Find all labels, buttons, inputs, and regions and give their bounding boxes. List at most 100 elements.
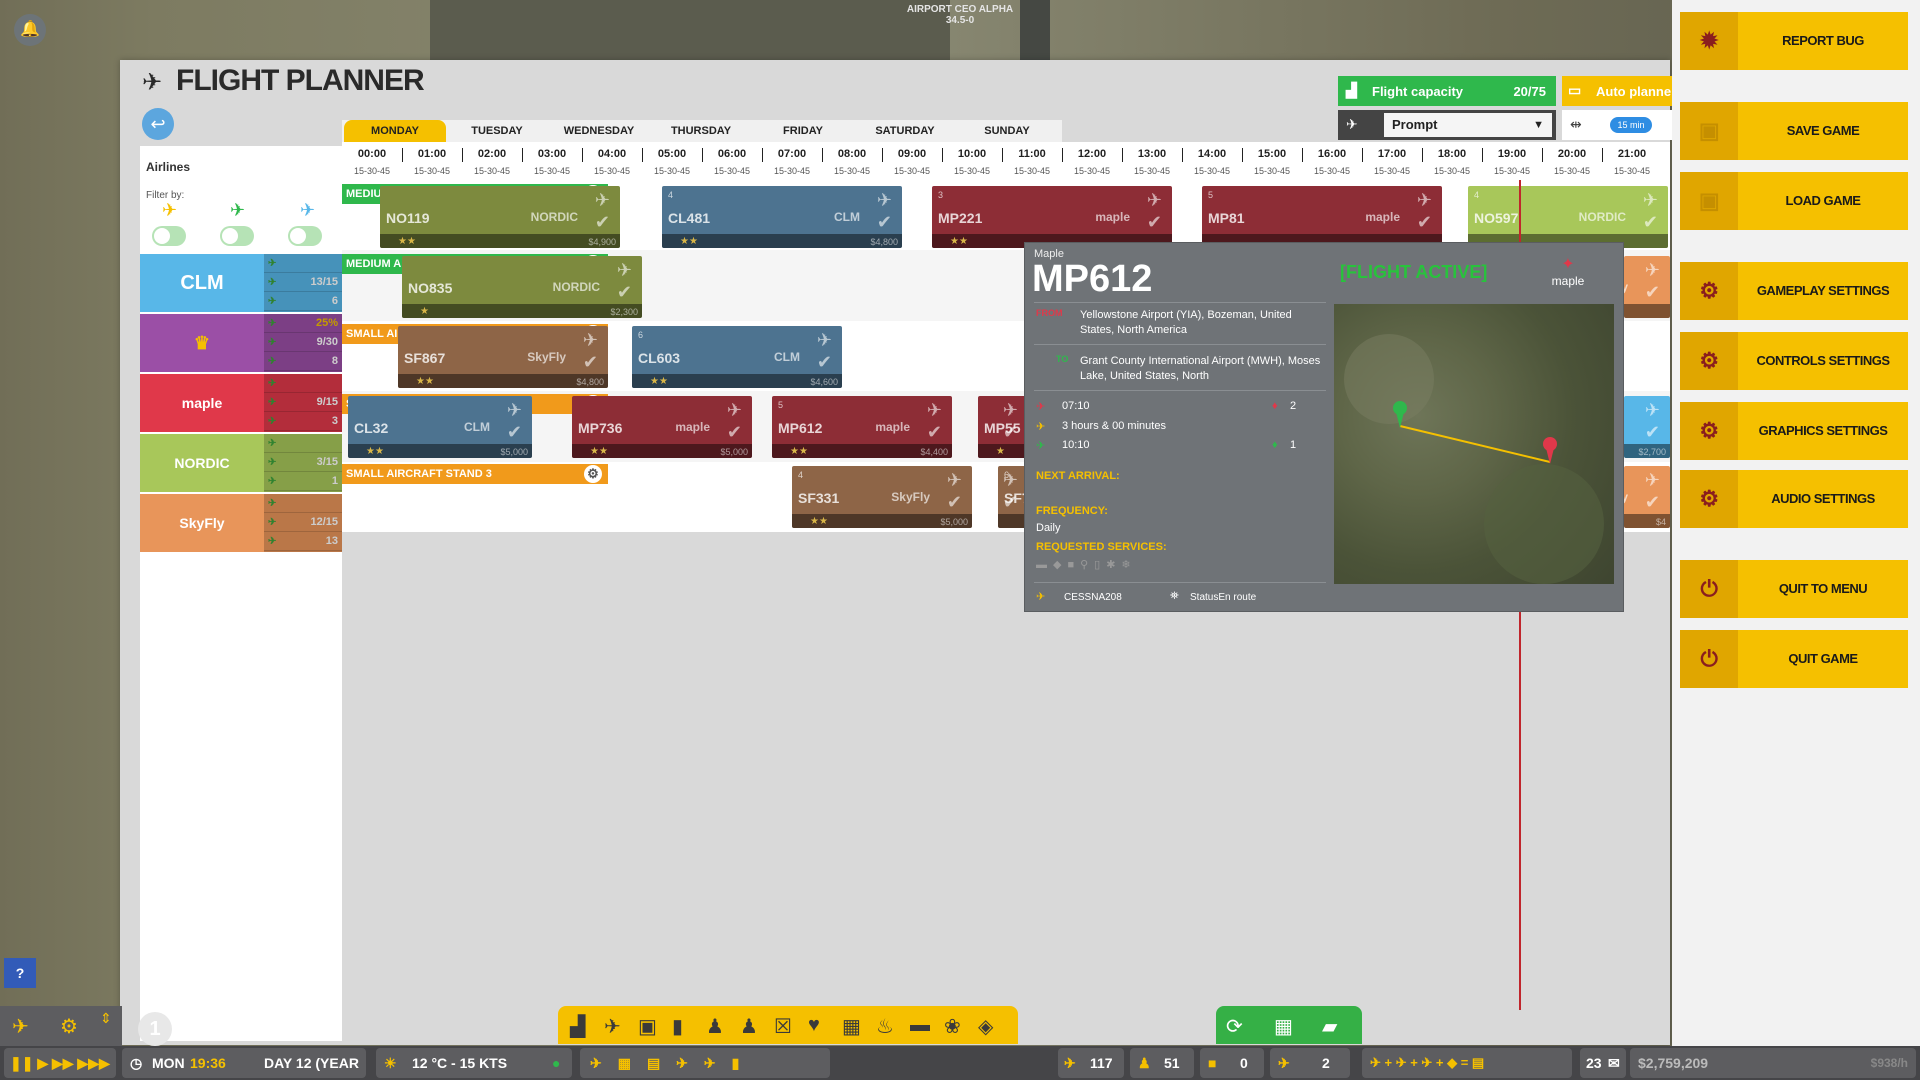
filter-medium-toggle[interactable]: [220, 226, 254, 246]
flight-block[interactable]: 4 SF331 SkyFly ✈ ✔ ★★ $5,000: [792, 466, 972, 528]
airline-stat: ✈ 3/15: [264, 453, 342, 472]
save-game-button[interactable]: ▣ SAVE GAME: [1680, 102, 1908, 160]
graphics-settings-button[interactable]: ⚙ GRAPHICS SETTINGS: [1680, 402, 1908, 460]
shop-icon[interactable]: ▦: [842, 1014, 861, 1039]
report-bug-button[interactable]: ✹ REPORT BUG: [1680, 12, 1908, 70]
tab-thursday[interactable]: THURSDAY: [650, 120, 752, 142]
flight-airline: SkyFly: [1624, 280, 1628, 294]
check-icon: ✔: [1642, 212, 1658, 232]
restroom-icon[interactable]: ♥: [808, 1014, 820, 1037]
time-sub-label: 15-30-45: [1073, 166, 1111, 176]
back-button[interactable]: ↩: [142, 108, 174, 140]
flight-block[interactable]: SF867 SkyFly ✈ ✔ ★★ $4,800: [398, 326, 608, 388]
flight-block[interactable]: MP55 ✈ ✔ ★: [978, 396, 1028, 458]
mail-icon: ✉: [1608, 1055, 1620, 1071]
audio-settings-button[interactable]: ⚙ AUDIO SETTINGS: [1680, 470, 1908, 528]
refresh-icon[interactable]: ⟳: [1226, 1014, 1243, 1039]
decoration-icon[interactable]: ❀: [944, 1014, 961, 1039]
flight-block[interactable]: 5 MP81 maple ✈ ✔: [1202, 186, 1442, 248]
gameplay-settings-button[interactable]: ⚙ GAMEPLAY SETTINGS: [1680, 262, 1908, 320]
income-rate: $938/h: [1870, 1056, 1908, 1070]
stand-icon[interactable]: ▟: [570, 1014, 585, 1039]
airline-card-maple[interactable]: maple ✈ ✈ 9/15 ✈ 3: [140, 374, 342, 432]
plane-icon: ✈: [1146, 190, 1162, 210]
arrows-icon[interactable]: ⇕: [100, 1010, 112, 1027]
flight-block[interactable]: NO835 NORDIC ✈ ✔ ★ $2,300: [402, 256, 642, 318]
gear-icon[interactable]: ⚙: [584, 465, 602, 483]
tab-saturday[interactable]: SATURDAY: [854, 120, 956, 142]
messages[interactable]: 23 ✉: [1580, 1048, 1626, 1078]
flight-price: $4,400: [920, 447, 948, 457]
rating-stars: ★★: [950, 236, 968, 247]
airline-card-nordic[interactable]: NORDIC ✈ ✈ 3/15 ✈ 1: [140, 434, 342, 492]
takeoff-icon[interactable]: ✈: [12, 1014, 29, 1039]
rating-stars: ★★: [590, 446, 608, 457]
zone-icon[interactable]: ◈: [978, 1014, 993, 1039]
flight-block[interactable]: ✈ ✔ $2,700: [1624, 396, 1670, 458]
flight-block[interactable]: NO119 NORDIC ✈ ✔ ★★ $4,900: [380, 186, 620, 248]
flight-block[interactable]: 3 MP221 maple ✈ ✔ ★★: [932, 186, 1172, 248]
seating-icon[interactable]: ▬: [910, 1014, 930, 1037]
security-icon[interactable]: ☒: [774, 1014, 792, 1039]
filter-large-toggle[interactable]: [288, 226, 322, 246]
time-label: 03:00: [537, 148, 567, 160]
tab-monday[interactable]: MONDAY: [344, 120, 446, 142]
filter-small-toggle[interactable]: [152, 226, 186, 246]
interval-slider[interactable]: 15 min: [1610, 117, 1652, 133]
baggage-icon[interactable]: ▮: [672, 1014, 683, 1039]
check-icon: ✔: [1002, 422, 1018, 442]
flight-block[interactable]: 4 CL481 CLM ✈ ✔ ★★ $4,800: [662, 186, 902, 248]
help-button[interactable]: ?: [4, 958, 36, 988]
plane-icon: ✈: [268, 258, 277, 269]
tab-friday[interactable]: FRIDAY: [752, 120, 854, 142]
plane-icon: ✈: [946, 470, 962, 490]
grid-icon[interactable]: ▦: [1274, 1014, 1293, 1039]
tab-wednesday[interactable]: WEDNESDAY: [548, 120, 650, 142]
flight-block[interactable]: SkyFly ✈✔: [1624, 256, 1670, 318]
time-label: 14:00: [1197, 148, 1227, 160]
auto-planner-toggle[interactable]: ▭ Auto planner: [1562, 76, 1672, 106]
flight-block[interactable]: 5 MP612 maple ✈ ✔ ★★ $4,400: [772, 396, 952, 458]
airline-stats: ✈ ✈ 13/15 ✈ 6: [264, 254, 342, 312]
plane-icon: ✈: [268, 378, 277, 389]
flight-block[interactable]: MP736 maple ✈ ✔ ★★ $5,000: [572, 396, 752, 458]
gear-icon[interactable]: ⚙: [60, 1014, 78, 1039]
airline-stat: ✈ 13: [264, 532, 342, 551]
airline-logo: ♛: [140, 314, 264, 372]
bus-icon[interactable]: ▣: [638, 1014, 657, 1039]
flight-block[interactable]: 4 NO597 NORDIC ✈ ✔: [1468, 186, 1668, 248]
overlay-buttons[interactable]: ✈▦▤✈✈▮: [580, 1048, 830, 1078]
prompt-dropdown[interactable]: Prompt ▼: [1384, 113, 1552, 137]
flight-price: $5,000: [940, 517, 968, 527]
speed-controls[interactable]: ❚❚ ▶ ▶▶ ▶▶▶: [4, 1048, 116, 1078]
flight-block[interactable]: CL32 CLM ✈ ✔ ★★ $5,000: [348, 396, 532, 458]
time-separator: [582, 148, 583, 162]
staff-icon[interactable]: ♟: [706, 1014, 724, 1039]
stand-label[interactable]: SMALL AIRCRAFT STAND 3 ⚙: [342, 464, 608, 484]
page-indicator[interactable]: 1: [138, 1012, 172, 1046]
tab-sunday[interactable]: SUNDAY: [956, 120, 1058, 142]
airline-card-skyfly[interactable]: SkyFly ✈ ✈ 12/15 ✈ 13: [140, 494, 342, 552]
controls-settings-button[interactable]: ⚙ CONTROLS SETTINGS: [1680, 332, 1908, 390]
alert-bell-icon[interactable]: 🔔: [14, 14, 46, 46]
flight-airline: SkyFly: [891, 490, 930, 504]
airline-stat: ✈ 12/15: [264, 513, 342, 532]
stand-number: 6: [638, 330, 644, 340]
runway-icon[interactable]: ✈: [604, 1014, 621, 1039]
flight-block[interactable]: SkyFly ✈✔ $4: [1624, 466, 1670, 528]
time-label: 02:00: [477, 148, 507, 160]
tab-tuesday[interactable]: TUESDAY: [446, 120, 548, 142]
time-label: 09:00: [897, 148, 927, 160]
bulldozer-icon[interactable]: ▰: [1322, 1014, 1337, 1039]
passenger-icon[interactable]: ♟: [740, 1014, 758, 1039]
airline-card-clm[interactable]: CLM ✈ ✈ 13/15 ✈ 6: [140, 254, 342, 312]
flight-block[interactable]: 6 CL603 CLM ✈ ✔ ★★ $4,600: [632, 326, 842, 388]
airline-card-airline[interactable]: ♛ ✈ 25% ✈ 9/30 ✈ 8: [140, 314, 342, 372]
time-separator: [882, 148, 883, 162]
quit-game-button[interactable]: ⏻ QUIT GAME: [1680, 630, 1908, 688]
services-icons: ▬◆■⚲▯✱❄: [1036, 559, 1137, 571]
quit-to-menu-button[interactable]: ⏻ QUIT TO MENU: [1680, 560, 1908, 618]
load-game-button[interactable]: ▣ LOAD GAME: [1680, 172, 1908, 230]
plane-icon: ✈: [582, 330, 598, 350]
food-icon[interactable]: ♨: [876, 1014, 894, 1039]
